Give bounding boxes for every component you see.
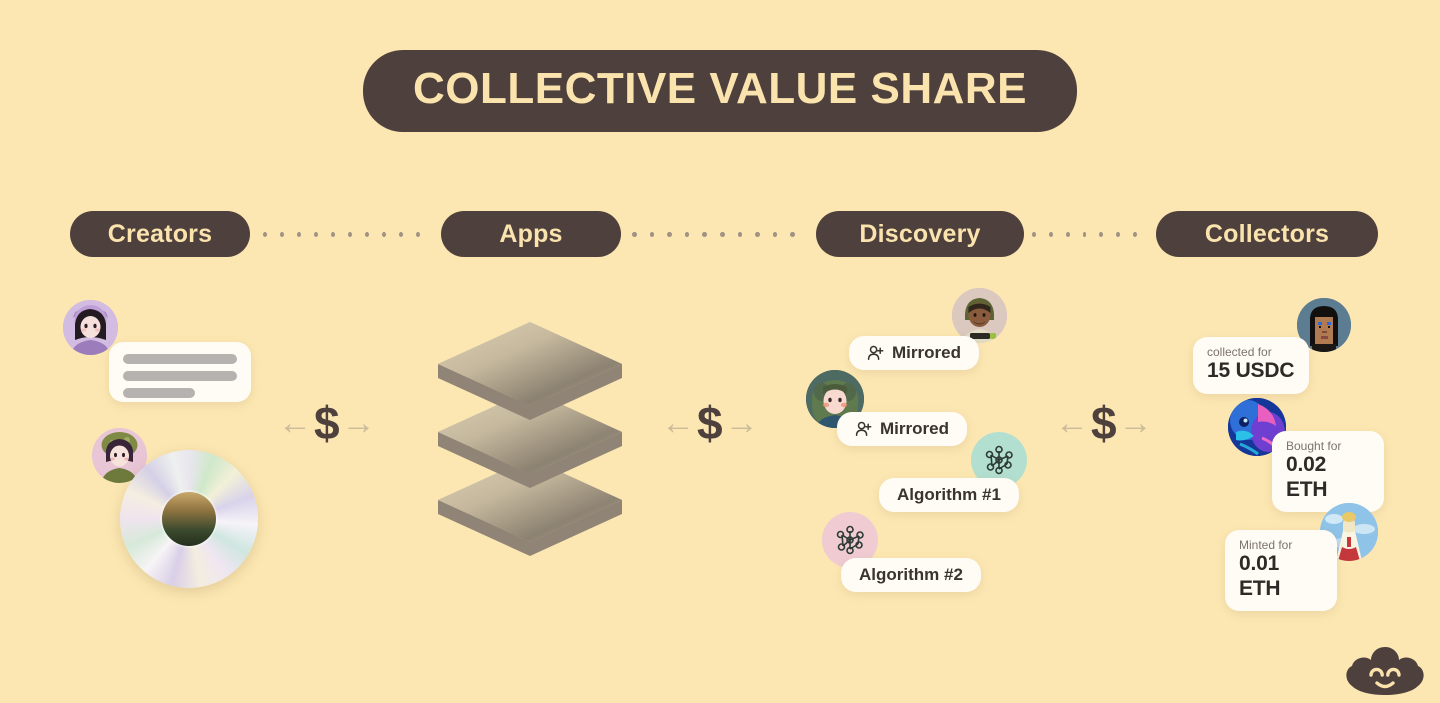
lens-cloud-logo — [1344, 645, 1426, 695]
discovery-chip-algorithm-2[interactable]: Algorithm #2 — [841, 558, 981, 592]
transaction-value: 0.02 ETH — [1286, 453, 1328, 501]
discovery-chip-label: Algorithm #2 — [859, 565, 963, 584]
discovery-chip-label: Mirrored — [892, 343, 961, 362]
app-layers-stack-art — [438, 322, 622, 556]
left-arrow-icon: ← — [278, 404, 312, 442]
music-disc-artwork[interactable] — [120, 450, 258, 588]
stage-pill-creators[interactable]: Creators — [70, 211, 250, 257]
stage-label-collectors: Collectors — [1204, 219, 1330, 248]
connector-dots-creators-apps — [263, 232, 433, 237]
stage-label-apps: Apps — [499, 219, 563, 248]
post-text-line — [123, 371, 237, 381]
post-text-line — [123, 388, 195, 398]
stage-pill-collectors[interactable]: Collectors — [1156, 211, 1378, 257]
person-plus-icon — [867, 345, 884, 360]
discovery-chip-mirrored-1[interactable]: Mirrored — [849, 336, 979, 370]
transaction-card-minted[interactable]: Minted for 0.01 ETH — [1225, 530, 1337, 611]
stage-pill-discovery[interactable]: Discovery — [816, 211, 1024, 257]
app-layers-stack[interactable] — [432, 318, 628, 578]
right-arrow-icon: → — [724, 404, 759, 442]
discovery-chip-algorithm-1[interactable]: Algorithm #1 — [879, 478, 1019, 512]
stage-flow-row: Creators Apps Discovery Collectors — [0, 211, 1440, 257]
dollar-icon: $ — [697, 397, 723, 449]
right-arrow-icon: → — [1118, 404, 1153, 442]
left-arrow-icon: ← — [661, 404, 695, 442]
transaction-card-bought[interactable]: Bought for 0.02 ETH — [1272, 431, 1384, 512]
discovery-chip-mirrored-2[interactable]: Mirrored — [837, 412, 967, 446]
stage-pill-apps[interactable]: Apps — [441, 211, 621, 257]
transaction-label: collected for — [1207, 345, 1272, 359]
connector-dots-discovery-collectors — [1032, 232, 1150, 237]
dollar-icon: $ — [314, 397, 340, 449]
text-post-card[interactable] — [109, 342, 251, 402]
post-text-line — [123, 354, 237, 364]
person-plus-icon — [855, 421, 872, 436]
title-banner: COLLECTIVE VALUE SHARE — [0, 50, 1440, 132]
stage-label-discovery: Discovery — [859, 219, 981, 248]
right-arrow-icon: → — [341, 404, 376, 442]
stage-label-creators: Creators — [107, 219, 213, 248]
network-graph-icon — [836, 525, 864, 555]
discovery-avatar-1 — [952, 288, 1007, 343]
transaction-label: Bought for — [1286, 439, 1342, 453]
left-arrow-icon: ← — [1055, 404, 1089, 442]
discovery-chip-label: Algorithm #1 — [897, 485, 1001, 504]
value-flow-creators-apps: ← $ → — [278, 400, 376, 446]
discovery-chip-label: Mirrored — [880, 419, 949, 438]
page-title: COLLECTIVE VALUE SHARE — [362, 50, 1077, 132]
value-flow-discovery-collectors: ← $ → — [1055, 400, 1153, 446]
transaction-label: Minted for — [1239, 538, 1293, 552]
transaction-value: 0.01 ETH — [1239, 552, 1281, 600]
connector-dots-apps-discovery — [632, 232, 808, 237]
transaction-value: 15 USDC — [1207, 359, 1295, 383]
dollar-icon: $ — [1091, 397, 1117, 449]
lens-cloud-logo-art — [1346, 647, 1424, 695]
network-graph-icon — [985, 445, 1013, 475]
creator-avatar-1-art — [63, 300, 118, 355]
transaction-card-collected[interactable]: collected for 15 USDC — [1193, 337, 1309, 394]
discovery-avatar-1-art — [952, 288, 1007, 343]
value-flow-apps-discovery: ← $ → — [661, 400, 759, 446]
creator-avatar-1 — [63, 300, 118, 355]
